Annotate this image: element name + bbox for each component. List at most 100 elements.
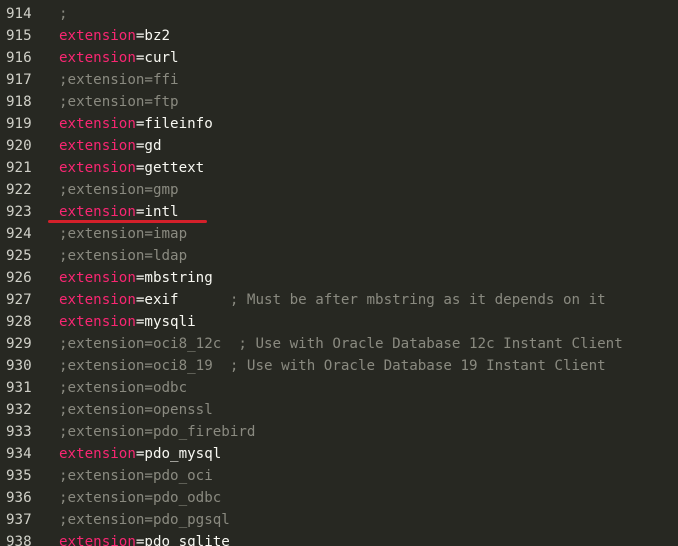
code-line[interactable]: 930 ;extension=oci8_19 ; Use with Oracle …: [0, 355, 678, 377]
line-content[interactable]: extension=mysqli: [59, 311, 196, 333]
line-content[interactable]: extension=gettext: [59, 157, 204, 179]
line-content[interactable]: extension=exif ; Must be after mbstring …: [59, 289, 606, 311]
line-number: 938: [6, 534, 32, 546]
line-number: 923: [6, 204, 32, 220]
line-content[interactable]: ;extension=pdo_firebird: [59, 421, 255, 443]
line-content[interactable]: ;extension=gmp: [59, 179, 179, 201]
directive-key: extension: [59, 50, 136, 66]
code-line[interactable]: 914;: [0, 3, 678, 25]
directive-key: extension: [59, 314, 136, 330]
directive-key: extension: [59, 204, 136, 220]
code-line[interactable]: 928 extension=mysqli: [0, 311, 678, 333]
inline-comment: ; Must be after mbstring as it depends o…: [229, 292, 606, 308]
code-line[interactable]: 920 extension=gd: [0, 135, 678, 157]
line-number: 932: [6, 402, 32, 418]
line-number: 915: [6, 28, 32, 44]
code-line[interactable]: 938 extension=pdo_sqlite: [0, 531, 678, 546]
line-number: 937: [6, 512, 32, 528]
line-number: 933: [6, 424, 32, 440]
line-content[interactable]: extension=gd: [59, 135, 162, 157]
directive-value: curl: [144, 50, 179, 66]
code-line[interactable]: 935 ;extension=pdo_oci: [0, 465, 678, 487]
line-content[interactable]: ;extension=ftp: [59, 91, 179, 113]
comment-text: ;extension=pdo_oci: [59, 468, 213, 484]
directive-key: extension: [59, 160, 136, 176]
line-content[interactable]: extension=mbstring: [59, 267, 213, 289]
comment-text: ;extension=ffi: [59, 72, 179, 88]
line-number: 935: [6, 468, 32, 484]
code-line[interactable]: 917 ;extension=ffi: [0, 69, 678, 91]
comment-text: ;extension=gmp: [59, 182, 179, 198]
comment-text: ;extension=pdo_firebird: [59, 424, 256, 440]
line-number: 936: [6, 490, 32, 506]
code-line[interactable]: 927 extension=exif ; Must be after mbstri…: [0, 289, 678, 311]
line-number: 926: [6, 270, 32, 286]
code-line[interactable]: 933 ;extension=pdo_firebird: [0, 421, 678, 443]
directive-key: extension: [59, 292, 136, 308]
code-line[interactable]: 937 ;extension=pdo_pgsql: [0, 509, 678, 531]
line-content[interactable]: ;: [59, 3, 68, 25]
line-number: 925: [6, 248, 32, 264]
comment-text: ;extension=pdo_pgsql: [59, 512, 230, 528]
line-content[interactable]: extension=pdo_mysql: [59, 443, 221, 465]
comment-text: ;extension=ftp: [59, 94, 179, 110]
directive-value: exif: [144, 292, 230, 308]
code-line[interactable]: 929 ;extension=oci8_12c ; Use with Oracle…: [0, 333, 678, 355]
line-number: 924: [6, 226, 32, 242]
comment-text: ;extension=oci8_19 ; Use with Oracle Dat…: [59, 358, 606, 374]
line-number: 931: [6, 380, 32, 396]
code-line[interactable]: 924 ;extension=imap: [0, 223, 678, 245]
line-content[interactable]: ;extension=pdo_odbc: [59, 487, 221, 509]
line-content[interactable]: ;extension=oci8_19 ; Use with Oracle Dat…: [59, 355, 606, 377]
code-line[interactable]: 921 extension=gettext: [0, 157, 678, 179]
code-line[interactable]: 925 ;extension=ldap: [0, 245, 678, 267]
line-content[interactable]: ;extension=openssl: [59, 399, 213, 421]
line-content[interactable]: extension=pdo_sqlite: [59, 531, 230, 546]
line-number: 922: [6, 182, 32, 198]
code-line[interactable]: 931 ;extension=odbc: [0, 377, 678, 399]
directive-value: pdo_mysql: [144, 446, 222, 462]
line-content[interactable]: ;extension=pdo_oci: [59, 465, 213, 487]
code-line[interactable]: 918 ;extension=ftp: [0, 91, 678, 113]
code-lines[interactable]: 914; 915 extension=bz2 916 extension=curl 917…: [0, 3, 678, 546]
line-number: 930: [6, 358, 32, 374]
line-number: 921: [6, 160, 32, 176]
line-number: 934: [6, 446, 32, 462]
code-line[interactable]: 916 extension=curl: [0, 47, 678, 69]
comment-text: ;extension=ldap: [59, 248, 188, 264]
code-line[interactable]: 936 ;extension=pdo_odbc: [0, 487, 678, 509]
line-content[interactable]: ;extension=oci8_12c ; Use with Oracle Da…: [59, 333, 623, 355]
code-line[interactable]: 922 ;extension=gmp: [0, 179, 678, 201]
directive-key: extension: [59, 116, 136, 132]
comment-text: ;extension=oci8_12c ; Use with Oracle Da…: [59, 336, 623, 352]
line-content[interactable]: extension=bz2: [59, 25, 170, 47]
line-content[interactable]: ;extension=imap: [59, 223, 187, 245]
directive-value: gd: [144, 138, 162, 154]
directive-key: extension: [59, 270, 136, 286]
line-content[interactable]: ;extension=ffi: [59, 69, 179, 91]
code-editor[interactable]: 914; 915 extension=bz2 916 extension=curl 917…: [0, 0, 678, 546]
code-line[interactable]: 934 extension=pdo_mysql: [0, 443, 678, 465]
code-line[interactable]: 926 extension=mbstring: [0, 267, 678, 289]
line-number: 917: [6, 72, 32, 88]
code-line[interactable]: 919 extension=fileinfo: [0, 113, 678, 135]
line-content[interactable]: ;extension=odbc: [59, 377, 187, 399]
directive-value: bz2: [144, 28, 171, 44]
directive-value: mysqli: [144, 314, 196, 330]
code-line[interactable]: 923 extension=intl: [0, 201, 678, 223]
line-content[interactable]: ;extension=pdo_pgsql: [59, 509, 230, 531]
line-number: 920: [6, 138, 32, 154]
comment-text: ;: [59, 6, 68, 22]
line-content[interactable]: ;extension=ldap: [59, 245, 187, 267]
directive-value: pdo_sqlite: [144, 534, 230, 546]
code-line[interactable]: 915 extension=bz2: [0, 25, 678, 47]
directive-value: mbstring: [144, 270, 213, 286]
line-number: 918: [6, 94, 32, 110]
line-content[interactable]: extension=fileinfo: [59, 113, 213, 135]
code-line[interactable]: 932 ;extension=openssl: [0, 399, 678, 421]
line-number: 916: [6, 50, 32, 66]
line-content[interactable]: extension=curl: [59, 47, 179, 69]
line-number: 929: [6, 336, 32, 352]
directive-value: fileinfo: [144, 116, 213, 132]
directive-key: extension: [59, 446, 136, 462]
